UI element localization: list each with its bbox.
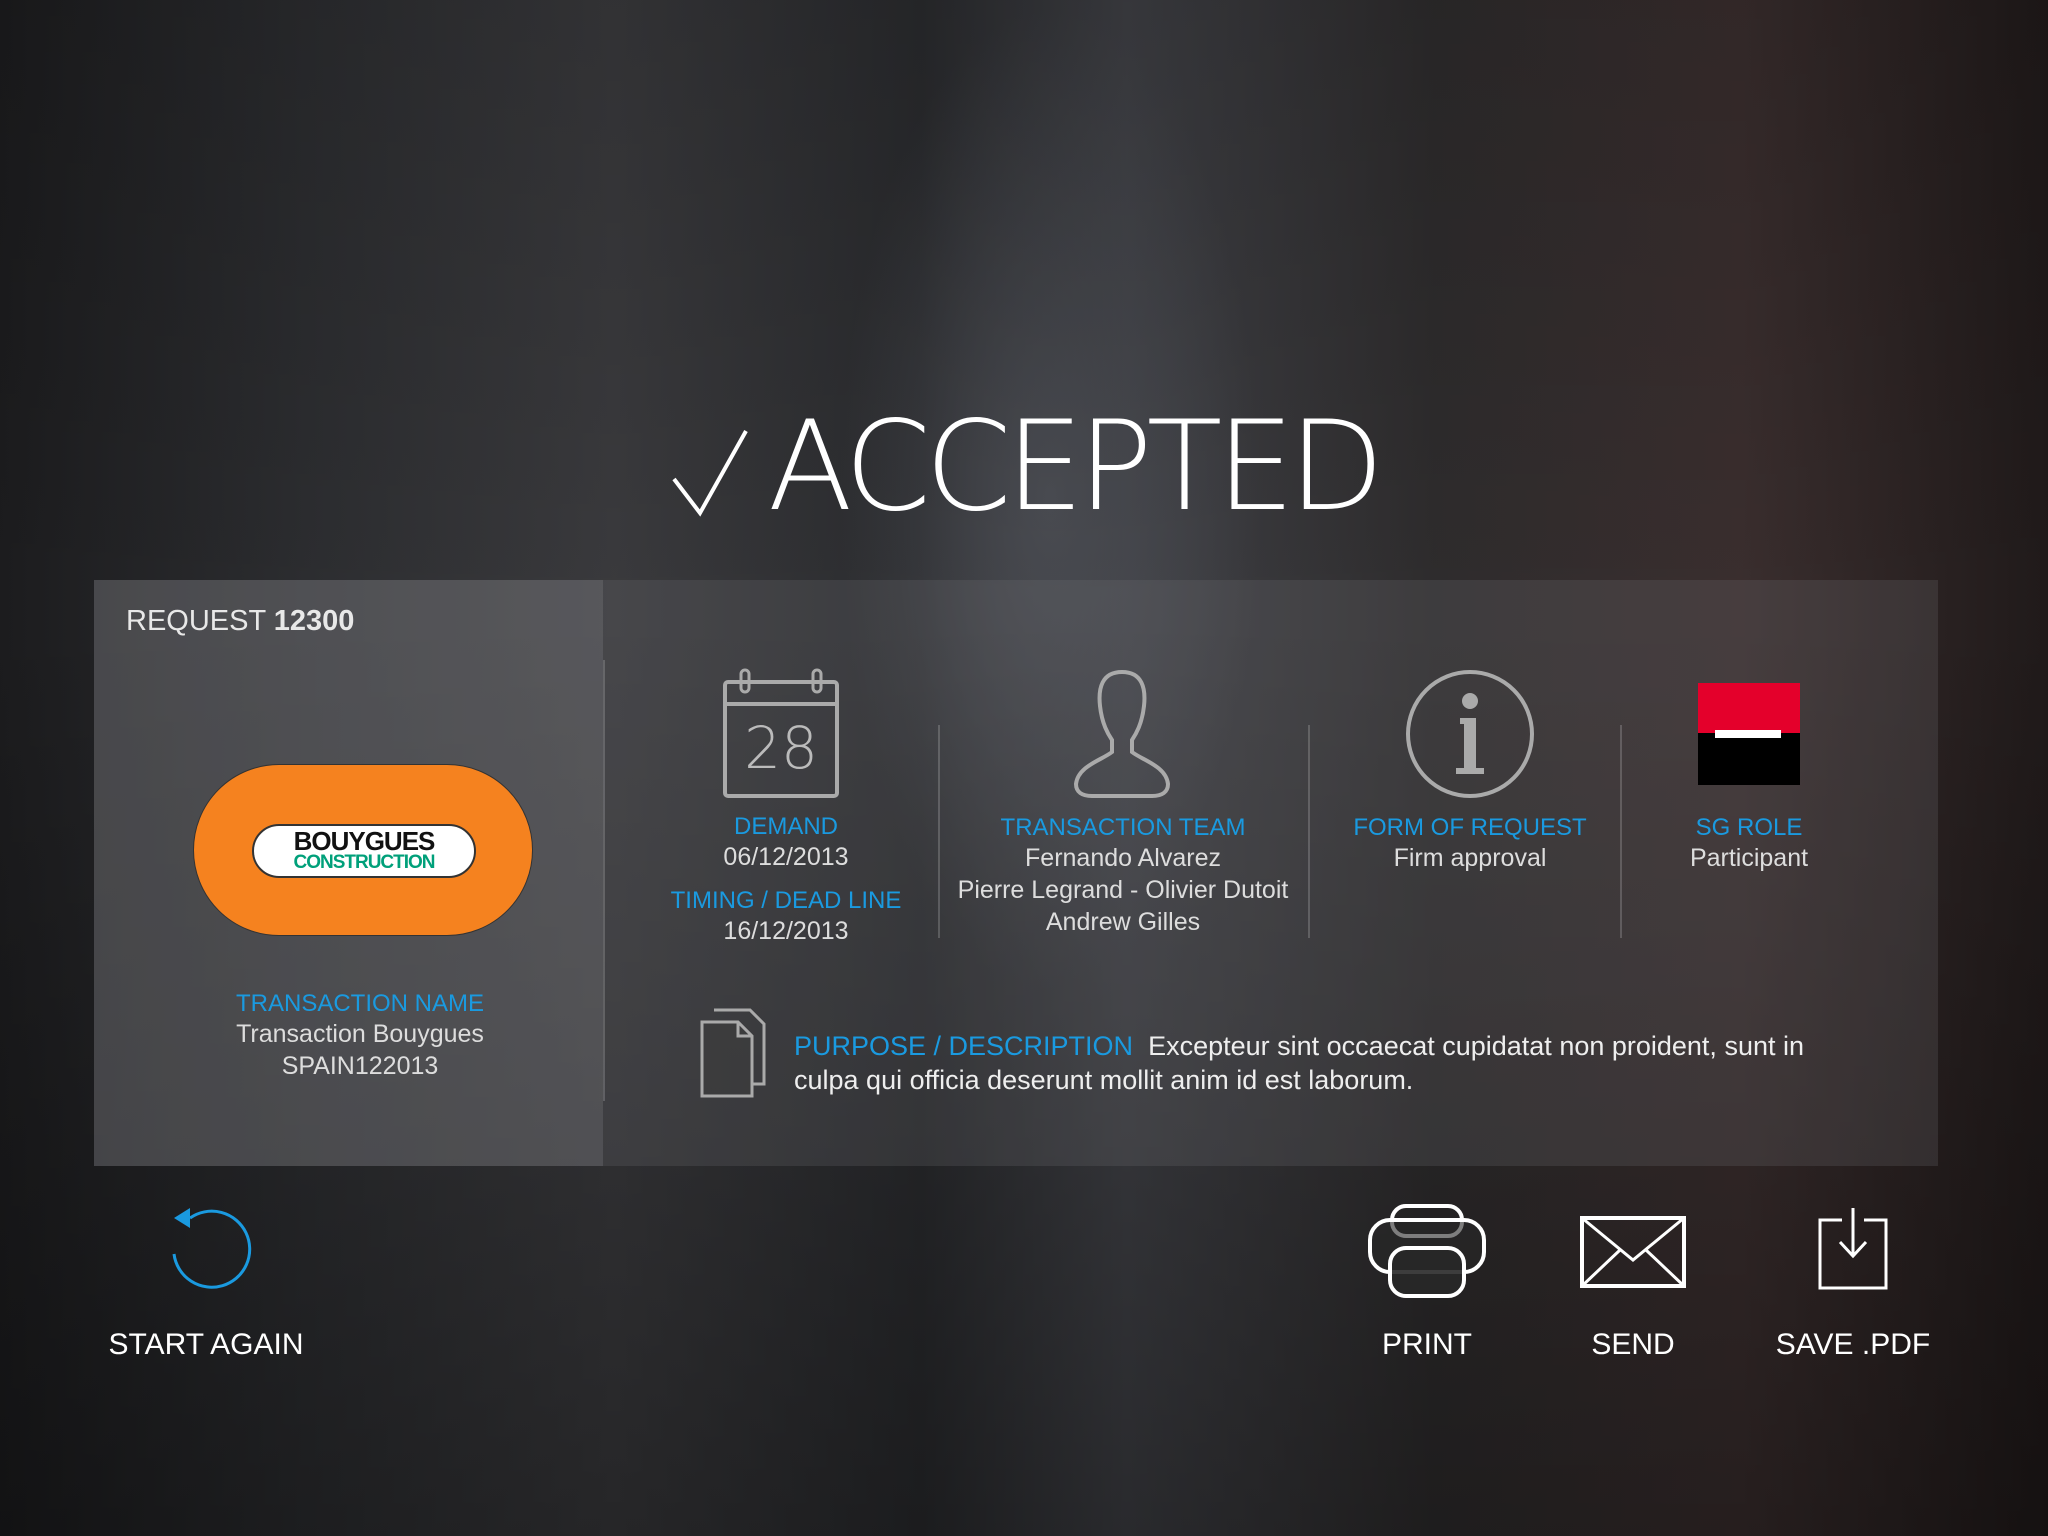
divider [603,660,605,1101]
printer-icon[interactable] [1368,1204,1486,1300]
team-info: TRANSACTION TEAM Fernando Alvarez Pierre… [957,814,1289,936]
purpose-description: PURPOSE / DESCRIPTION Excepteur sint occ… [794,1031,1804,1095]
status-title: ACCEPTED [0,395,2048,539]
download-icon[interactable] [1818,1206,1888,1290]
request-heading: REQUEST 12300 [126,605,355,637]
calendar-day: 28 [744,714,818,782]
info-icon [1406,670,1534,798]
form-info: FORM OF REQUEST Firm approval [1353,814,1587,872]
check-icon [672,430,748,517]
sg-logo [1698,683,1800,785]
document-icon [700,1008,766,1098]
sg-role-info: SG ROLE Participant [1689,814,1809,872]
undo-icon[interactable] [160,1204,252,1296]
envelope-icon[interactable] [1580,1216,1686,1288]
transaction-info: TRANSACTION NAME Transaction Bouygues SP… [235,990,485,1080]
divider [1308,725,1310,938]
divider [1620,725,1622,938]
divider [938,725,940,938]
demand-info: DEMAND 06/12/2013 TIMING / DEAD LINE 16/… [670,813,902,945]
client-logo: BOUYGUES CONSTRUCTION [193,764,533,936]
person-icon [1073,669,1171,798]
